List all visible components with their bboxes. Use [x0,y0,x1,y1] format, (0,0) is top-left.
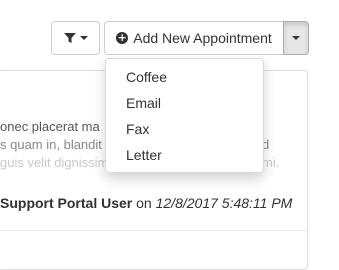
add-appointment-dropdown-toggle[interactable] [283,21,309,55]
filter-icon [63,33,76,43]
timestamp: 12/8/2017 5:48:11 PM [155,195,293,211]
author-name: Support Portal User [0,195,133,211]
appointment-type-menu: Coffee Email Fax Letter [105,58,264,173]
add-new-appointment-button[interactable]: + Add New Appointment [104,21,284,55]
chevron-down-icon [292,36,300,40]
on-word: on [136,195,152,211]
add-new-appointment-label: Add New Appointment [133,30,272,46]
menu-item-email[interactable]: Email [106,90,263,116]
menu-item-fax[interactable]: Fax [106,116,263,142]
plus-circle-icon: + [116,31,129,44]
menu-item-coffee[interactable]: Coffee [106,64,263,90]
note-preview-text: guis velit dignissim [0,155,109,170]
note-preview-text: s quam in, blandit [0,137,102,152]
filter-button[interactable] [51,21,100,55]
note-preview-text: mi. [262,155,280,170]
chevron-down-icon [79,36,88,40]
note-byline: Support Portal User on 12/8/2017 5:48:11… [0,195,292,211]
menu-item-letter[interactable]: Letter [106,142,263,168]
divider [0,230,308,231]
